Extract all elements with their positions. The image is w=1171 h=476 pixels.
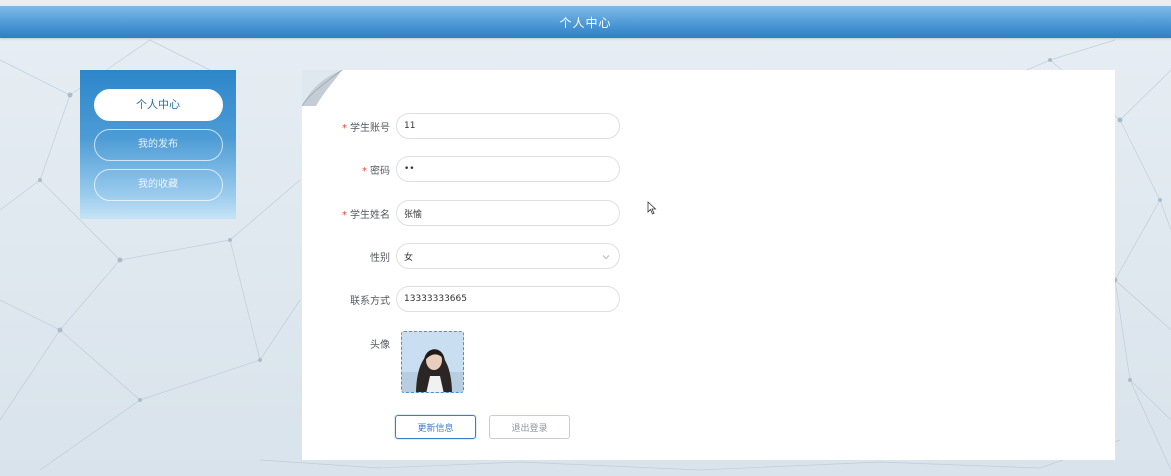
sidebar-item-my-posts[interactable]: 我的发布 (93, 129, 223, 161)
sidebar-item-my-favorites[interactable]: 我的收藏 (93, 169, 223, 201)
gender-select[interactable]: 女 (396, 243, 620, 269)
gender-row: 性别 女 (302, 243, 620, 269)
required-mark: * (342, 209, 347, 221)
account-input[interactable] (396, 113, 620, 139)
name-input[interactable] (396, 200, 620, 226)
account-label: * 学生账号 (342, 122, 390, 134)
page-title: 个人中心 (559, 15, 612, 30)
contact-row: 联系方式 (302, 286, 620, 312)
name-row: * 学生姓名 (302, 200, 620, 226)
avatar-label: 头像 (370, 339, 390, 351)
password-row: * 密码 (302, 156, 620, 182)
update-info-button[interactable]: 更新信息 (395, 415, 476, 439)
page-header: 个人中心 (0, 6, 1171, 38)
chevron-down-icon (602, 255, 610, 260)
sidebar: 个人中心 我的发布 我的收藏 (80, 70, 236, 219)
contact-label: 联系方式 (350, 295, 390, 307)
password-input[interactable] (396, 156, 620, 182)
name-label: * 学生姓名 (342, 209, 390, 221)
sidebar-item-profile[interactable]: 个人中心 (93, 89, 223, 121)
page-curl-decoration (302, 70, 342, 106)
contact-input[interactable] (396, 286, 620, 312)
avatar-row: 头像 (302, 330, 396, 356)
mouse-cursor-icon (647, 201, 657, 215)
password-label: * 密码 (362, 165, 390, 177)
gender-selected-value: 女 (404, 252, 414, 263)
avatar-upload[interactable] (401, 331, 464, 393)
required-mark: * (362, 165, 367, 177)
gender-label: 性别 (370, 252, 390, 264)
logout-button[interactable]: 退出登录 (489, 415, 570, 439)
account-row: * 学生账号 (302, 113, 620, 139)
avatar-photo (402, 332, 463, 392)
required-mark: * (342, 122, 347, 134)
